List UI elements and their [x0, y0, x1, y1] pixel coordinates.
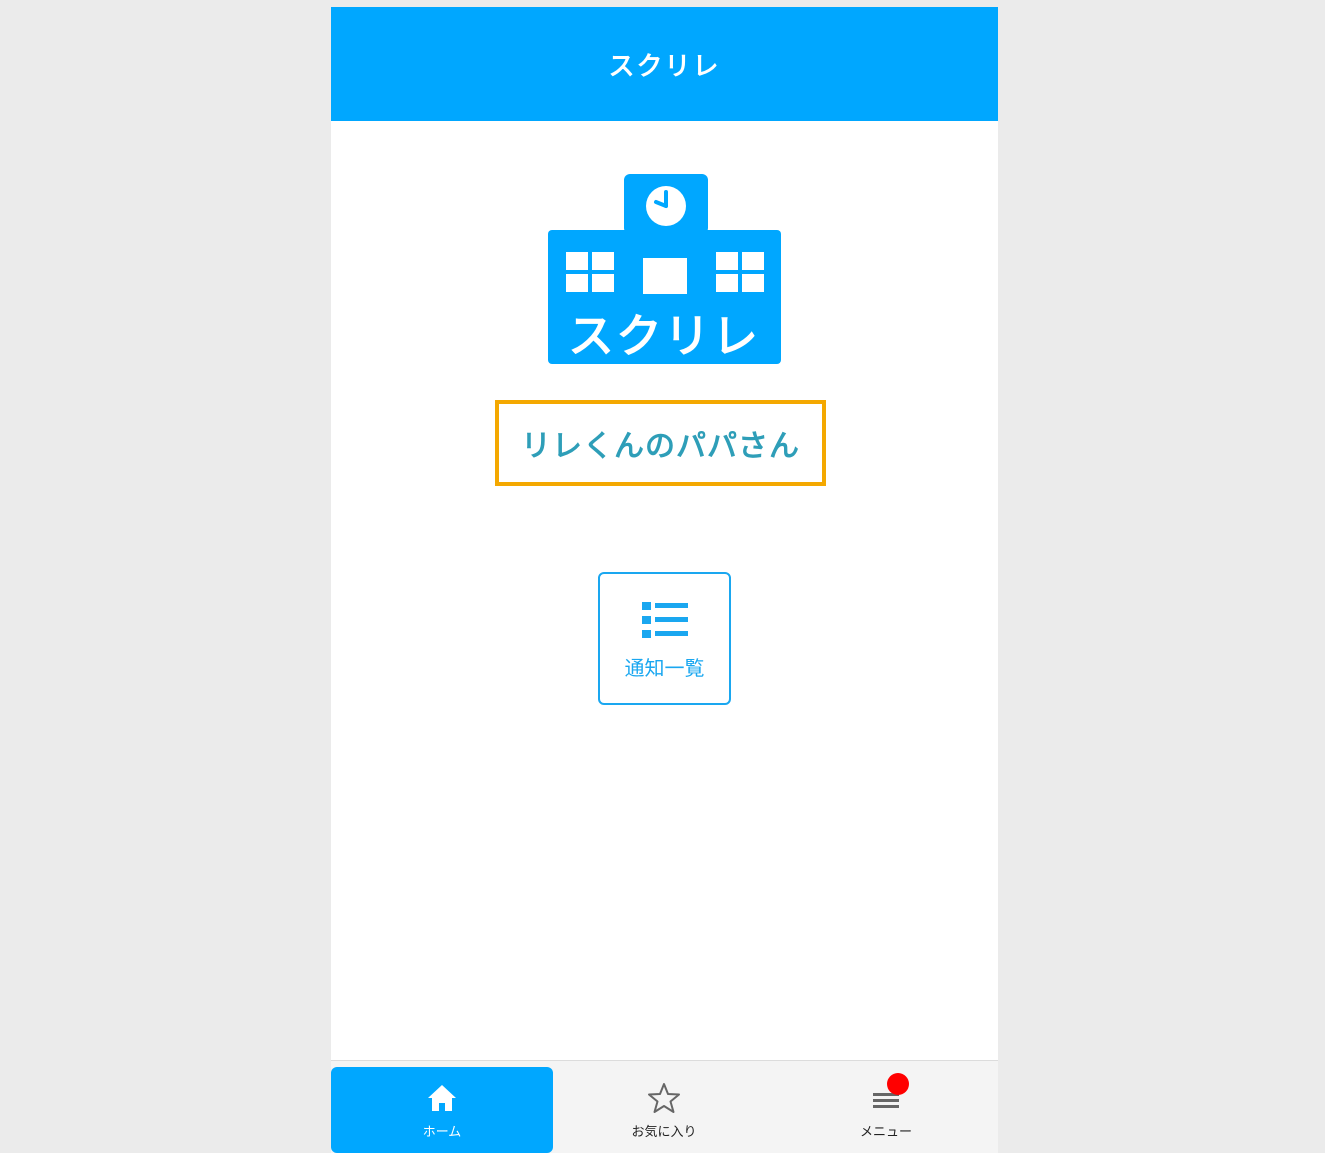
app-title: スクリレ: [608, 51, 721, 82]
user-name-box: リレくんのパパさん: [495, 400, 826, 486]
tab-menu[interactable]: メニュー: [775, 1067, 997, 1153]
tab-home-label: ホーム: [422, 1124, 462, 1140]
star-icon: [648, 1082, 680, 1113]
tab-favorites[interactable]: お気に入り: [553, 1067, 775, 1153]
tab-menu-label: メニュー: [859, 1124, 912, 1140]
notification-badge: [887, 1072, 909, 1095]
app-header: スクリレ: [331, 7, 998, 121]
notifications-button[interactable]: 通知一覧: [598, 572, 731, 705]
user-name: リレくんのパパさん: [521, 429, 800, 464]
app-logo: スクリレ: [548, 174, 781, 364]
notifications-label: 通知一覧: [624, 656, 705, 680]
home-icon: [428, 1084, 456, 1111]
app-screen: スクリレ スクリレ リレくんのパパさん 通知一覧 ホーム お気に入り メニュー: [331, 7, 998, 1153]
list-icon: [641, 602, 688, 638]
school-logo-icon: スクリレ: [548, 174, 781, 364]
logo-text: スクリレ: [568, 309, 760, 363]
tab-favorites-label: お気に入り: [631, 1124, 697, 1140]
tab-home[interactable]: ホーム: [331, 1067, 553, 1153]
bottom-tab-bar: ホーム お気に入り メニュー: [331, 1060, 998, 1153]
